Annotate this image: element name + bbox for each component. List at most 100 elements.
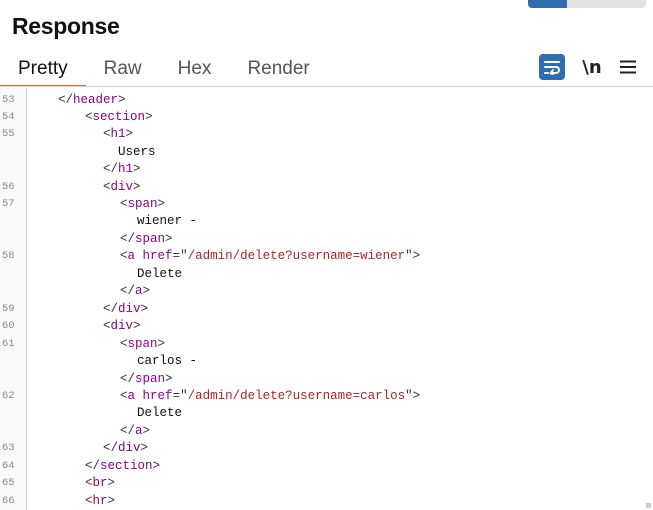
- code-text: </span>: [120, 371, 173, 388]
- code-token: a: [127, 249, 136, 263]
- view-tabs: Pretty Raw Hex Render: [0, 55, 328, 87]
- code-editor[interactable]: 53 </header> 54 <section> 55 <h1> Users </h1> 56…: [0, 88, 653, 510]
- line-number: 57: [2, 198, 15, 210]
- tab-divider: [0, 86, 653, 87]
- code-text: </header>: [58, 92, 126, 109]
- code-token: >: [145, 110, 153, 124]
- code-text: wiener -: [137, 213, 197, 230]
- line-number: 60: [2, 320, 15, 332]
- layout-horizontal-button[interactable]: [567, 0, 606, 8]
- code-token: >: [133, 180, 141, 194]
- code-token: <: [120, 337, 128, 351]
- layout-vertical-button[interactable]: [606, 0, 646, 8]
- code-line: 66 <hr>: [0, 493, 653, 510]
- code-text: <a href="/admin/delete?username=wiener">: [120, 248, 420, 265]
- code-text: Delete: [137, 405, 182, 422]
- show-newlines-button[interactable]: \n: [579, 54, 605, 80]
- code-text: <hr>: [85, 493, 115, 510]
- code-text: Delete: [137, 266, 182, 283]
- code-token: >: [165, 372, 173, 386]
- code-text: </div>: [103, 301, 148, 318]
- code-text: </h1>: [103, 161, 141, 178]
- line-number: 61: [2, 338, 15, 350]
- code-token: >: [107, 476, 116, 490]
- code-line: </a>: [0, 283, 653, 300]
- code-text: Users: [118, 144, 156, 161]
- line-number: 66: [2, 495, 15, 507]
- code-token: wiener -: [137, 214, 198, 228]
- code-line: </span>: [0, 371, 653, 388]
- code-token: >: [133, 162, 141, 176]
- code-token: >: [157, 337, 166, 351]
- line-number: 54: [2, 111, 15, 123]
- code-line: Delete: [0, 266, 653, 283]
- code-token: <: [85, 110, 93, 124]
- code-text: </a>: [120, 283, 150, 300]
- menu-button[interactable]: [615, 54, 641, 80]
- tab-render[interactable]: Render: [229, 55, 327, 85]
- code-token: >: [152, 459, 161, 473]
- code-line: </a>: [0, 423, 653, 440]
- line-number: 59: [2, 303, 15, 315]
- code-token: span: [127, 337, 158, 351]
- line-number: 53: [2, 94, 15, 106]
- resize-handle[interactable]: [646, 503, 651, 508]
- code-token: h1: [118, 162, 134, 176]
- code-token: <: [85, 494, 93, 508]
- code-token: >: [165, 232, 173, 246]
- code-token: >: [140, 441, 149, 455]
- code-token: href: [142, 389, 173, 403]
- code-token: </: [103, 302, 119, 316]
- line-number: 58: [2, 250, 15, 262]
- tab-hex[interactable]: Hex: [160, 55, 230, 85]
- code-token: =": [172, 389, 188, 403]
- code-line: 58 <a href="/admin/delete?username=wiener…: [0, 248, 653, 265]
- code-token: div: [110, 180, 134, 194]
- code-token: <: [103, 180, 111, 194]
- code-line: Users: [0, 144, 653, 161]
- layout-toggle[interactable]: [528, 0, 646, 8]
- code-line: 63 </div>: [0, 440, 653, 457]
- code-token: /admin/delete?username=carlos: [187, 389, 406, 403]
- tab-pretty[interactable]: Pretty: [0, 55, 86, 87]
- code-text: </span>: [120, 231, 173, 248]
- code-token: >: [142, 424, 151, 438]
- code-text: </div>: [103, 440, 148, 457]
- code-line: 54 <section>: [0, 109, 653, 126]
- code-line: 55 <h1>: [0, 126, 653, 143]
- code-token: span: [135, 232, 166, 246]
- code-text: <span>: [120, 336, 165, 353]
- code-text: </a>: [120, 423, 150, 440]
- wrap-lines-button[interactable]: [539, 54, 565, 80]
- code-token: section: [100, 459, 153, 473]
- line-number: 62: [2, 390, 15, 402]
- code-text: <div>: [103, 318, 141, 335]
- code-text: <br>: [85, 475, 115, 492]
- code-token: >: [125, 127, 134, 141]
- code-token: span: [135, 372, 166, 386]
- hamburger-menu-icon: [620, 60, 636, 74]
- code-token: Delete: [137, 267, 183, 281]
- code-token: section: [92, 110, 146, 124]
- code-token: carlos -: [137, 354, 198, 368]
- code-token: </: [120, 232, 136, 246]
- code-token: div: [118, 302, 141, 316]
- code-token: </: [120, 424, 136, 438]
- code-token: <: [120, 197, 128, 211]
- code-line: 62 <a href="/admin/delete?username=carlos…: [0, 388, 653, 405]
- code-token: span: [127, 197, 158, 211]
- code-line: 56 <div>: [0, 179, 653, 196]
- code-token: <: [120, 389, 128, 403]
- wrap-lines-icon: [544, 61, 560, 75]
- code-line: 57 <span>: [0, 196, 653, 213]
- layout-split-button[interactable]: [528, 0, 567, 8]
- tab-raw[interactable]: Raw: [86, 55, 160, 85]
- code-text: <span>: [120, 196, 165, 213]
- code-token: </: [85, 459, 101, 473]
- line-number: 63: [2, 442, 15, 454]
- code-text: <div>: [103, 179, 141, 196]
- code-line: 59 </div>: [0, 301, 653, 318]
- code-token: div: [118, 441, 141, 455]
